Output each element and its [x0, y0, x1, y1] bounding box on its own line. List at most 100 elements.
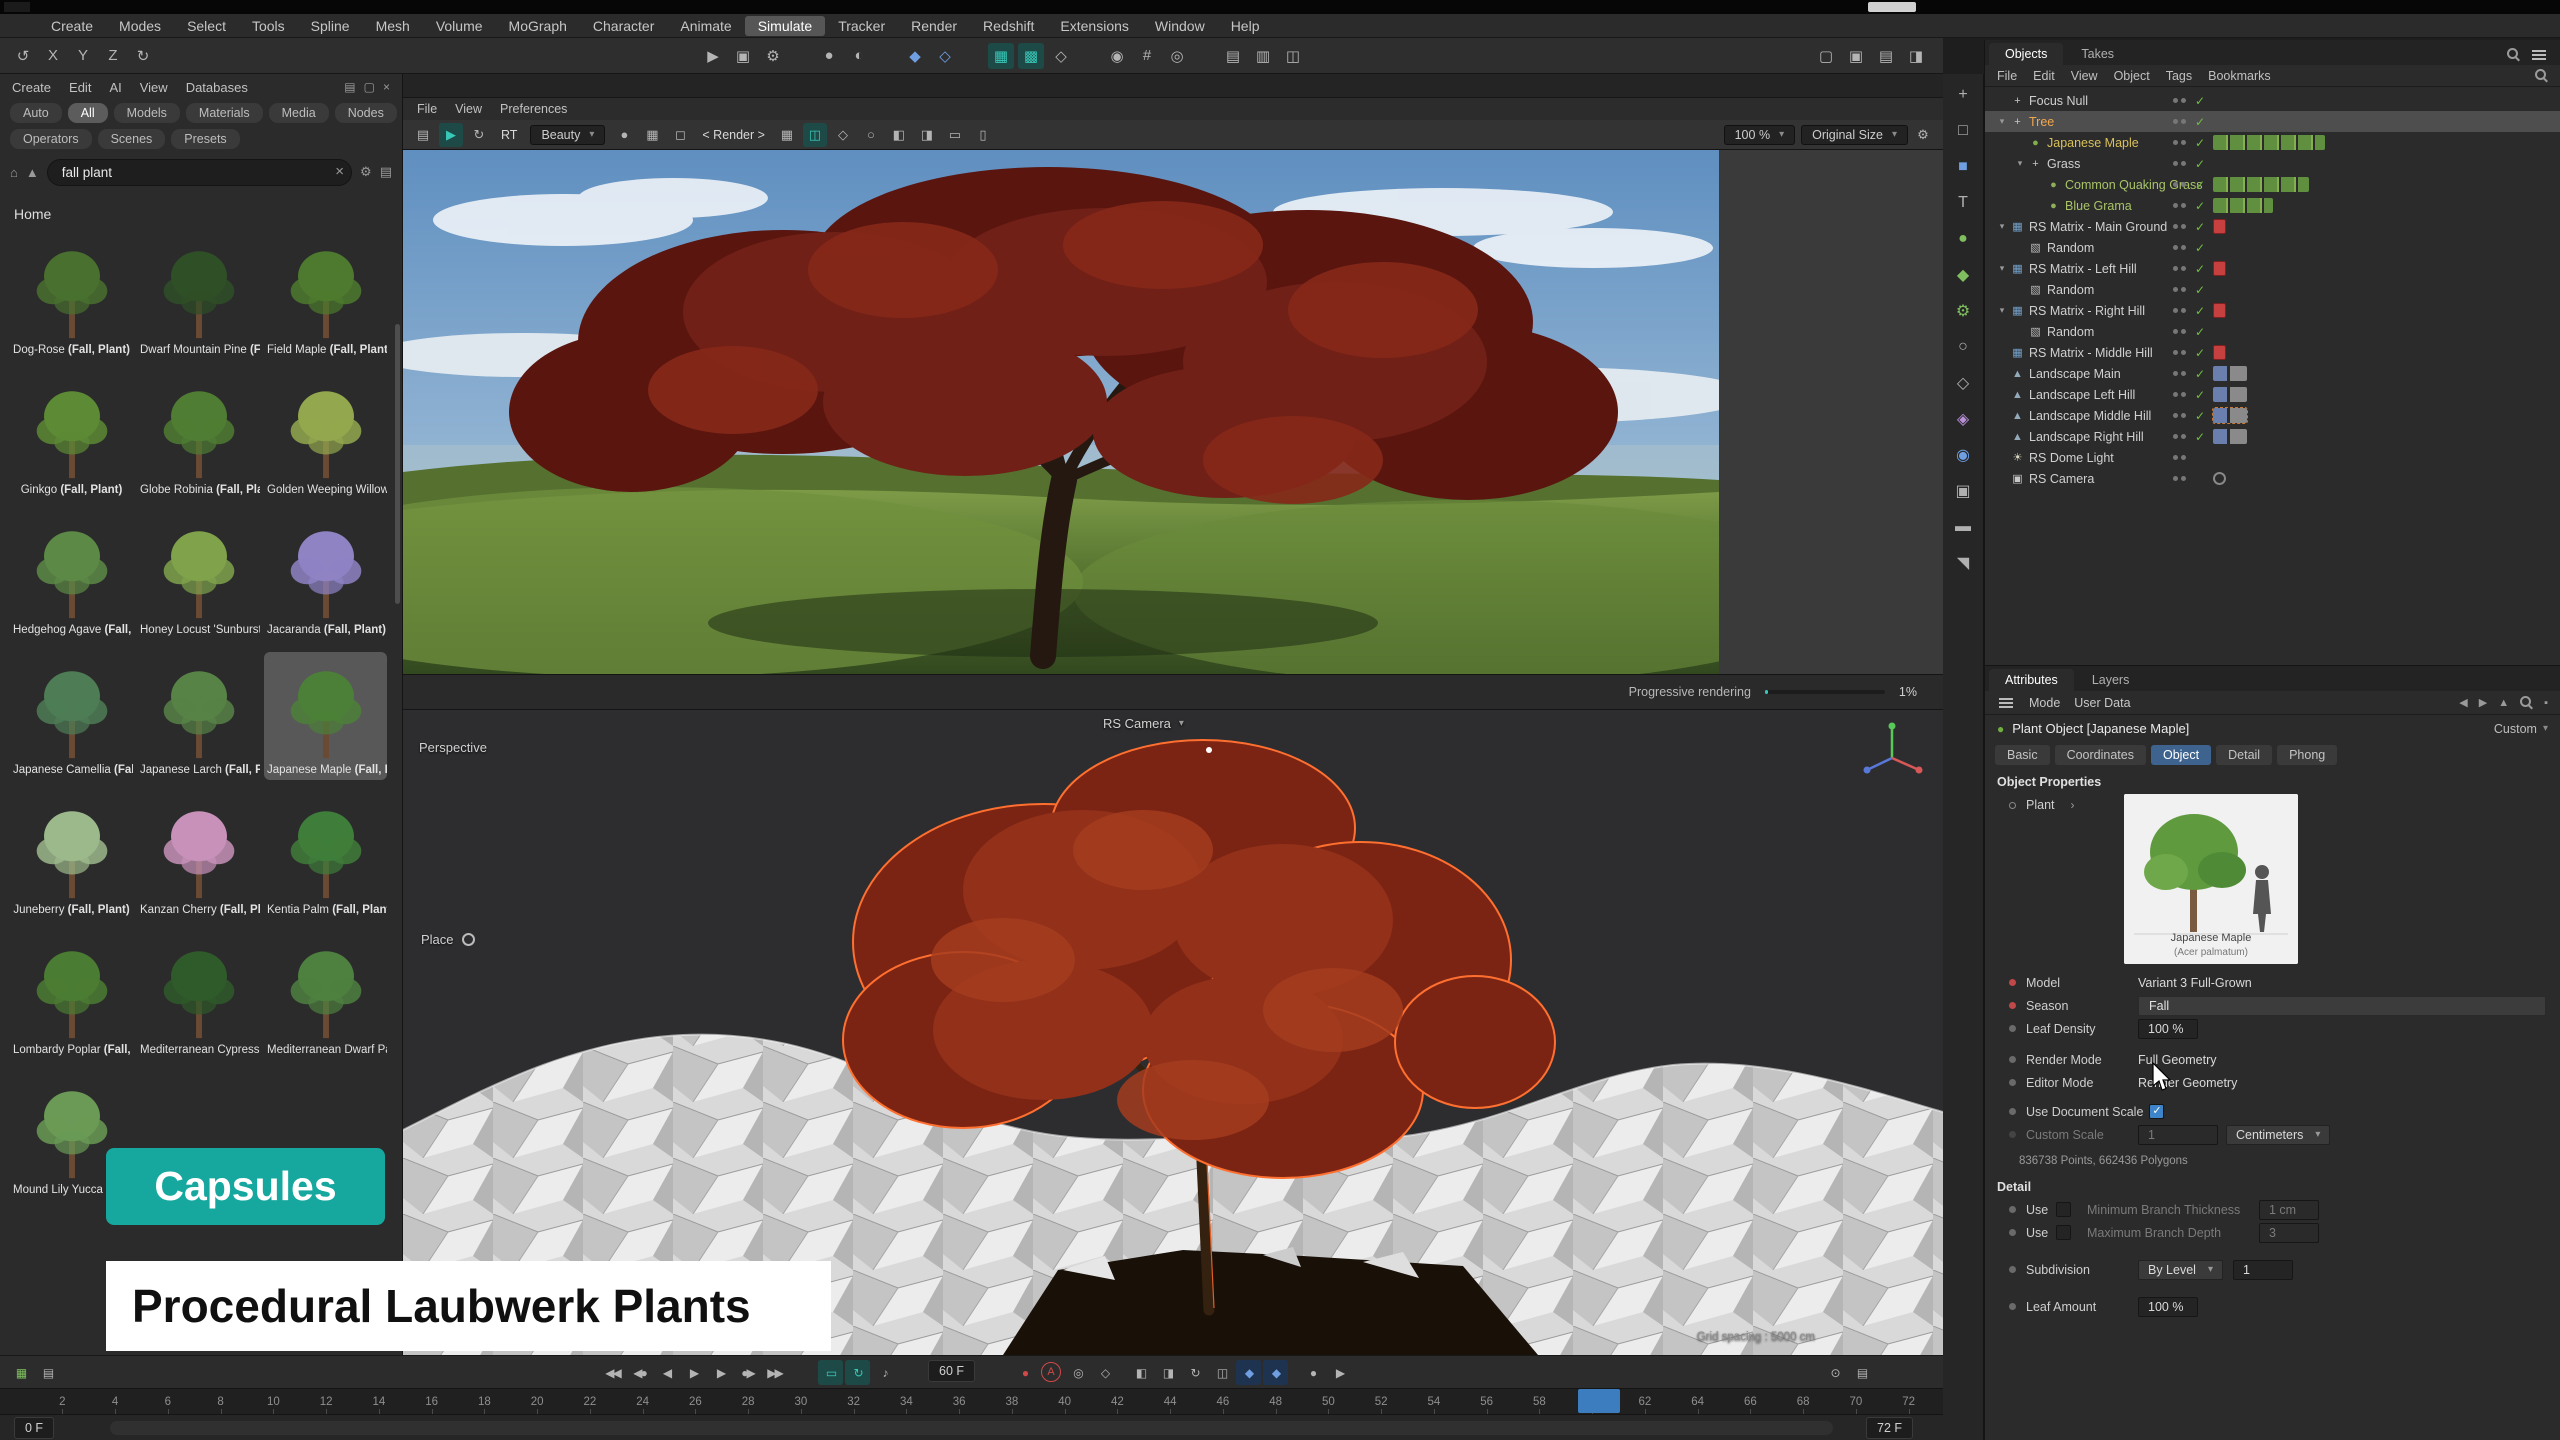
keyframe-icon[interactable]: ▥: [1250, 43, 1276, 69]
asset-thumbnail[interactable]: Japanese Camellia (Fall, Plant): [10, 652, 133, 780]
visibility-dots[interactable]: [2173, 308, 2187, 313]
object-row[interactable]: ▧ Random ✓: [1985, 279, 2560, 300]
object-row[interactable]: ▲ Landscape Right Hill ✓: [1985, 426, 2560, 447]
object-tag-badges[interactable]: [2213, 177, 2309, 192]
layout-render-icon[interactable]: ▤: [1873, 43, 1899, 69]
size-select[interactable]: Original Size: [1801, 125, 1908, 145]
object-row[interactable]: ▦ RS Matrix - Middle Hill ✓: [1985, 342, 2560, 363]
coordinate-system-icon[interactable]: ↻: [130, 43, 156, 69]
enable-check-icon[interactable]: ✓: [2193, 388, 2207, 402]
playback-range-icon[interactable]: ▭: [818, 1360, 843, 1385]
deformer-icon[interactable]: ◇: [1948, 368, 1978, 398]
render-camera-label[interactable]: < Render >: [696, 128, 771, 142]
goto-start-button[interactable]: ◀◀: [600, 1360, 625, 1385]
capsule-icon[interactable]: ◆: [1948, 260, 1978, 290]
parameter-dot[interactable]: [2009, 1303, 2016, 1310]
play-button[interactable]: ▶: [681, 1360, 706, 1385]
object-menu-item[interactable]: Edit: [2033, 69, 2055, 83]
object-row[interactable]: ▧ Random ✓: [1985, 237, 2560, 258]
use-document-scale-checkbox[interactable]: [2149, 1104, 2164, 1119]
asset-thumbnail[interactable]: Mediterranean Dwarf Palm (Fall, Plant): [264, 932, 387, 1060]
zoom-select[interactable]: 100 %: [1724, 125, 1795, 145]
clear-search-icon[interactable]: [335, 163, 344, 180]
range-slider[interactable]: [110, 1421, 1833, 1435]
object-tag-badges[interactable]: [2213, 472, 2226, 485]
filter-chip[interactable]: All: [68, 103, 108, 123]
asset-thumbnail[interactable]: Hedgehog Agave (Fall, Plant): [10, 512, 133, 640]
keyframe-palette-icon[interactable]: ▦: [8, 1360, 33, 1385]
scale-unit-select[interactable]: Centimeters: [2226, 1125, 2330, 1145]
menu-item[interactable]: Mesh: [363, 16, 423, 36]
enable-check-icon[interactable]: ✓: [2193, 409, 2207, 423]
asset-thumbnail[interactable]: Japanese Larch (Fall, Plant): [137, 652, 260, 780]
object-row[interactable]: ▾ ▦ RS Matrix - Left Hill ✓: [1985, 258, 2560, 279]
asset-thumbnail[interactable]: Golden Weeping Willow (Fall, Plant): [264, 372, 387, 500]
snap-toggle-icon[interactable]: ▩: [1018, 43, 1044, 69]
autokey-button[interactable]: A: [1041, 1362, 1061, 1382]
enable-check-icon[interactable]: ✓: [2193, 199, 2207, 213]
attribute-menu-icon[interactable]: [1999, 702, 2013, 704]
attribute-tab[interactable]: Phong: [2277, 745, 2337, 765]
asset-menu-item[interactable]: Databases: [186, 80, 248, 95]
menu-item[interactable]: Modes: [106, 16, 174, 36]
field-icon[interactable]: ◉: [1948, 440, 1978, 470]
enable-check-icon[interactable]: ✓: [2193, 304, 2207, 318]
record-button[interactable]: ●: [1012, 1360, 1037, 1385]
object-row[interactable]: + Focus Null ✓: [1985, 90, 2560, 111]
expand-arrow-icon[interactable]: ▾: [1995, 116, 2009, 127]
render-picture-viewer-button[interactable]: ▣: [730, 43, 756, 69]
parameter-dot[interactable]: [2009, 1131, 2016, 1138]
render-settings-button[interactable]: ⚙: [760, 43, 786, 69]
visibility-dots[interactable]: [2173, 98, 2187, 103]
axis-modify-icon[interactable]: ◎: [1164, 43, 1190, 69]
object-row[interactable]: ▾ ▦ RS Matrix - Right Hill ✓: [1985, 300, 2560, 321]
perspective-viewport[interactable]: Perspective RS Camera Place Grid spacing…: [403, 710, 1943, 1355]
min-branch-field[interactable]: 1 cm: [2259, 1200, 2319, 1220]
visibility-dots[interactable]: [2173, 413, 2187, 418]
asset-thumbnail[interactable]: Kentia Palm (Fall, Plant): [264, 792, 387, 920]
sphere-primitive-icon[interactable]: ●: [1948, 224, 1978, 254]
visibility-dots[interactable]: [2173, 119, 2187, 124]
workplane-snap-icon[interactable]: #: [1134, 43, 1160, 69]
motion-system-icon[interactable]: ●: [1300, 1360, 1325, 1385]
renderview-menu-item[interactable]: File: [417, 102, 437, 116]
filter-chip[interactable]: Presets: [171, 129, 239, 149]
enable-check-icon[interactable]: ✓: [2193, 430, 2207, 444]
panel-menu-icon[interactable]: [2532, 54, 2546, 56]
menu-item[interactable]: Volume: [423, 16, 496, 36]
asset-thumbnail[interactable]: Juneberry (Fall, Plant): [10, 792, 133, 920]
timeline-scrubber[interactable]: [1578, 1389, 1620, 1413]
loop-icon[interactable]: ↻: [845, 1360, 870, 1385]
menu-item[interactable]: Create: [38, 16, 106, 36]
menu-item[interactable]: Redshift: [970, 16, 1047, 36]
object-menu-item[interactable]: Tags: [2166, 69, 2192, 83]
object-tag-badges[interactable]: [2213, 387, 2247, 402]
float-icon[interactable]: ▢: [364, 80, 375, 94]
max-branch-field[interactable]: 3: [2259, 1223, 2319, 1243]
object-row[interactable]: ▲ Landscape Middle Hill ✓: [1985, 405, 2560, 426]
record-rotation-icon[interactable]: ↻: [1182, 1360, 1207, 1385]
asset-thumbnail[interactable]: Honey Locust 'Sunburst' (Fall, Plant): [137, 512, 260, 640]
expand-arrow-icon[interactable]: ▾: [2013, 158, 2027, 169]
keyframe-dot[interactable]: [2009, 1002, 2016, 1009]
render-mode-select[interactable]: Full Geometry: [2138, 1053, 2217, 1067]
menu-item[interactable]: Help: [1218, 16, 1273, 36]
key-options-icon[interactable]: ◇: [1092, 1360, 1117, 1385]
prev-key-button[interactable]: ◀●: [627, 1360, 652, 1385]
prev-frame-button[interactable]: ◀: [654, 1360, 679, 1385]
filter-chip[interactable]: Materials: [186, 103, 263, 123]
next-frame-button[interactable]: ▶: [708, 1360, 733, 1385]
next-key-button[interactable]: ●▶: [735, 1360, 760, 1385]
object-tag-badges[interactable]: [2213, 219, 2226, 234]
cube-primitive-icon[interactable]: ■: [1948, 152, 1978, 182]
layout-standard-icon[interactable]: ▢: [1813, 43, 1839, 69]
asset-thumbnail[interactable]: Globe Robinia (Fall, Plant): [137, 372, 260, 500]
object-row[interactable]: ▧ Random ✓: [1985, 321, 2560, 342]
mograph-cloner-icon[interactable]: ◈: [1948, 404, 1978, 434]
parameter-dot[interactable]: [2009, 1079, 2016, 1086]
fps-options-icon[interactable]: ▤: [1849, 1360, 1874, 1385]
timeline-options-icon[interactable]: ▤: [35, 1360, 60, 1385]
subdivision-field[interactable]: 1: [2233, 1260, 2293, 1280]
asset-thumbnail[interactable]: Dog-Rose (Fall, Plant): [10, 232, 133, 360]
object-tag-badges[interactable]: [2213, 366, 2247, 381]
